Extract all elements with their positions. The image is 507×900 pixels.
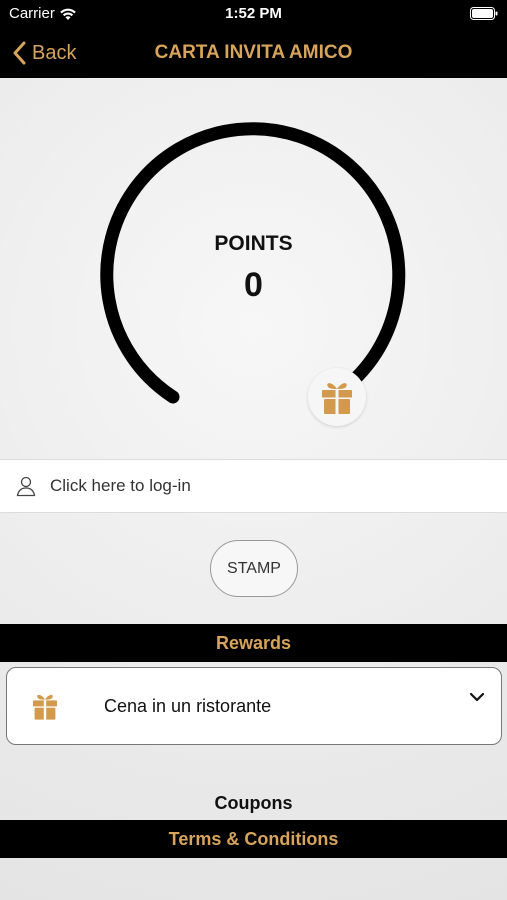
stamp-button[interactable]: STAMP <box>210 540 298 597</box>
gauge-track <box>100 122 406 404</box>
user-icon <box>16 476 36 497</box>
reward-name: Cena in un ristorante <box>104 695 272 716</box>
points-value: 0 <box>244 266 263 304</box>
chevron-down-icon[interactable] <box>469 690 485 704</box>
reward-gift-badge[interactable] <box>308 368 366 426</box>
login-label: Click here to log-in <box>50 476 191 495</box>
gift-icon <box>322 383 352 414</box>
reward-item[interactable]: Cena in un ristorante <box>6 667 502 745</box>
points-label: POINTS <box>214 232 293 255</box>
terms-title: Terms & Conditions <box>168 828 339 849</box>
navigation-bar: Back CARTA INVITA AMICO <box>0 28 507 78</box>
gift-icon <box>33 694 57 720</box>
login-row[interactable]: Click here to log-in <box>0 459 507 513</box>
battery-icon <box>470 7 498 20</box>
rewards-header: Rewards <box>0 624 507 662</box>
rewards-title: Rewards <box>215 632 292 653</box>
page-title: CARTA INVITA AMICO <box>154 42 353 63</box>
status-bar: Carrier 1:52 PM <box>0 0 507 28</box>
clock: 1:52 PM <box>225 5 282 22</box>
terms-conditions-bar[interactable]: Terms & Conditions <box>0 820 507 858</box>
coupons-title: Coupons <box>214 793 293 813</box>
